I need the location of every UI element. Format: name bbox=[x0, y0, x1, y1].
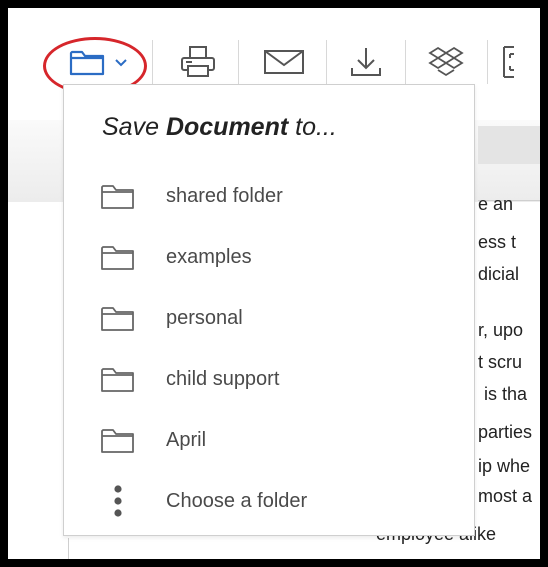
download-button[interactable] bbox=[338, 44, 394, 84]
folder-icon bbox=[100, 303, 146, 333]
document-text-fragment: dicial bbox=[478, 264, 520, 284]
email-button[interactable] bbox=[252, 44, 316, 84]
folder-icon bbox=[100, 425, 146, 455]
menu-item-label: child support bbox=[166, 367, 280, 390]
printer-icon bbox=[178, 44, 218, 85]
fullscreen-button[interactable] bbox=[500, 44, 540, 84]
folder-icon bbox=[100, 364, 146, 394]
document-text-fragment: ip whe bbox=[478, 456, 531, 476]
document-text-fragment: t scru bbox=[478, 352, 523, 372]
menu-item-label: personal bbox=[166, 306, 243, 329]
menu-item-label: April bbox=[166, 428, 207, 451]
document-text-fragment: ess t bbox=[478, 232, 517, 252]
menu-item-label: shared folder bbox=[166, 184, 283, 207]
toolbar-divider bbox=[487, 40, 488, 84]
menu-title-prefix: Save bbox=[102, 113, 166, 141]
menu-item-examples[interactable]: examples bbox=[94, 232, 454, 282]
envelope-icon bbox=[262, 47, 306, 82]
document-heading-strip bbox=[478, 126, 540, 164]
more-vertical-icon bbox=[100, 485, 146, 517]
menu-item-april[interactable]: April bbox=[94, 415, 454, 465]
document-text-fragment: parties bbox=[478, 422, 533, 442]
document-text-fragment: is tha bbox=[484, 384, 528, 404]
menu-title: Save Document to... bbox=[102, 113, 337, 142]
document-edge bbox=[68, 538, 69, 559]
menu-item-personal[interactable]: personal bbox=[94, 293, 454, 343]
dropbox-icon bbox=[428, 45, 464, 84]
menu-item-label: Choose a folder bbox=[166, 489, 308, 512]
dropbox-button[interactable] bbox=[418, 44, 474, 84]
toolbar-divider bbox=[405, 40, 406, 84]
toolbar-divider bbox=[238, 40, 239, 84]
document-text-fragment: r, upo bbox=[478, 320, 524, 340]
print-button[interactable] bbox=[168, 44, 228, 84]
menu-title-suffix: to... bbox=[288, 113, 337, 141]
screen: e an ess t dicial r, upo t scru is tha p… bbox=[8, 8, 540, 559]
folder-icon bbox=[100, 181, 146, 211]
folder-icon bbox=[100, 242, 146, 272]
menu-item-choose-folder[interactable]: Choose a folder bbox=[94, 476, 454, 526]
menu-item-shared-folder[interactable]: shared folder bbox=[94, 171, 454, 221]
toolbar-divider bbox=[326, 40, 327, 84]
save-document-menu: Save Document to... shared folder exampl… bbox=[63, 84, 475, 536]
menu-item-label: examples bbox=[166, 245, 252, 268]
document-text-fragment: e an bbox=[478, 194, 514, 214]
expand-icon bbox=[500, 44, 540, 85]
document-text-fragment: most a bbox=[478, 486, 533, 506]
download-icon bbox=[348, 44, 384, 85]
menu-item-child-support[interactable]: child support bbox=[94, 354, 454, 404]
menu-title-document: Document bbox=[165, 113, 289, 141]
toolbar-divider bbox=[152, 40, 153, 84]
